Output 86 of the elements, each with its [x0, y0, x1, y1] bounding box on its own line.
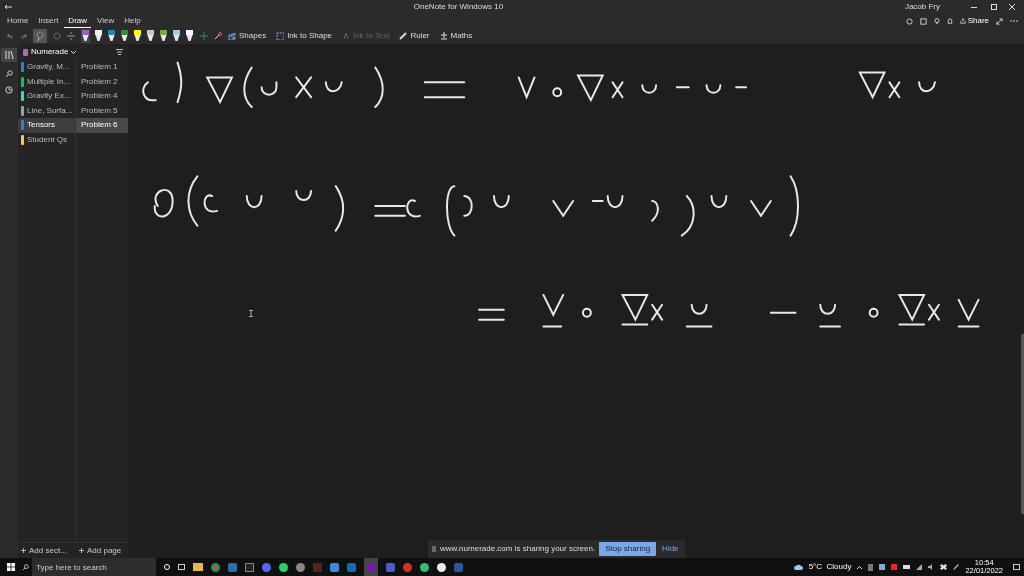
page-item[interactable]: Problem 2 — [76, 74, 128, 89]
restore-icon[interactable] — [991, 4, 997, 10]
maths-button[interactable]: Maths — [439, 30, 473, 42]
notebooks-icon[interactable] — [1, 48, 17, 62]
shapes-icon — [228, 32, 236, 40]
expand-icon[interactable] — [996, 17, 1003, 25]
section-item[interactable]: Line, Surfa... — [18, 103, 75, 118]
pen-icon[interactable] — [81, 29, 90, 43]
page-item[interactable]: Problem 6 — [76, 118, 128, 133]
recent-icon[interactable] — [5, 86, 13, 94]
chevron-up-icon[interactable] — [857, 565, 863, 569]
redo-icon[interactable] — [20, 33, 27, 39]
pause-icon — [432, 546, 436, 552]
notebook-icon — [23, 48, 28, 56]
minimize-icon[interactable] — [971, 6, 977, 8]
share-button[interactable]: Share — [959, 15, 989, 27]
notebook-name[interactable]: Numerade — [31, 46, 69, 58]
windows-start-icon[interactable] — [7, 563, 15, 571]
sync-icon[interactable] — [905, 17, 913, 25]
pen-icon[interactable] — [185, 29, 194, 43]
shapes-button[interactable]: Shapes — [228, 30, 267, 42]
section-name: Gravity, M... — [27, 61, 70, 74]
stop-sharing-button[interactable]: Stop sharing — [599, 542, 657, 556]
pen-icon[interactable] — [133, 29, 142, 43]
weather-text[interactable]: 5°C Cloudy — [808, 561, 852, 573]
section-name: Line, Surfa... — [27, 104, 73, 117]
section-name: Student Qs — [27, 133, 68, 146]
task-view-icon[interactable] — [178, 564, 185, 570]
pen-icon[interactable] — [120, 29, 129, 43]
ruler-icon — [399, 32, 408, 40]
pen-icon[interactable] — [107, 29, 116, 43]
page-item[interactable]: Problem 5 — [76, 103, 128, 118]
app-icon[interactable] — [437, 562, 446, 572]
pen-icon[interactable] — [146, 29, 155, 43]
user-name[interactable]: Jacob Fry — [904, 1, 940, 13]
text-cursor-icon — [249, 310, 253, 317]
lasso-select-icon[interactable] — [33, 29, 47, 43]
chevron-down-icon[interactable] — [71, 50, 77, 54]
add-pen-icon[interactable] — [200, 32, 208, 40]
page-item[interactable]: Problem 4 — [76, 89, 128, 104]
lightbulb-icon[interactable] — [933, 17, 940, 25]
ink-shape-button[interactable]: Ink to Shape — [276, 30, 333, 42]
hide-button[interactable]: Hide — [660, 543, 681, 555]
section-item[interactable]: Student Qs — [18, 132, 75, 147]
section-item[interactable]: Gravity, M... — [18, 60, 75, 75]
search-icon — [22, 563, 29, 571]
eraser-icon[interactable] — [53, 32, 61, 40]
sort-icon[interactable] — [116, 49, 123, 55]
section-item[interactable]: Tensors — [18, 118, 75, 133]
section-name: Tensors — [27, 119, 55, 132]
ribbon-tab[interactable]: Draw — [64, 14, 92, 28]
page-item[interactable]: Problem 1 — [76, 60, 128, 75]
add-section-button[interactable]: Add sect... — [18, 544, 76, 557]
ribbon-tab[interactable]: Help — [120, 14, 145, 28]
section-name: Multiple In... — [27, 75, 71, 88]
window-title: OneNote for Windows 10 — [413, 1, 504, 13]
plus-icon — [21, 548, 26, 553]
volume-icon[interactable] — [928, 564, 935, 570]
notifications-icon[interactable] — [1013, 564, 1020, 570]
plus-minus-icon — [439, 32, 448, 40]
plus-icon — [79, 548, 84, 553]
section-name: Gravity Ex... — [27, 90, 71, 103]
taskbar-search-field[interactable]: Type here to search — [32, 558, 156, 576]
search-icon[interactable] — [5, 70, 13, 78]
close-icon[interactable] — [1009, 4, 1015, 10]
ruler-button[interactable]: Ruler — [399, 30, 430, 42]
pen-icon[interactable] — [172, 29, 181, 43]
section-item[interactable]: Gravity Ex... — [18, 89, 75, 104]
battery-icon — [903, 565, 911, 569]
bell-icon[interactable] — [946, 17, 953, 25]
ribbon-tab[interactable]: Insert — [34, 14, 63, 28]
add-page-button[interactable]: Add page — [76, 544, 128, 557]
sticky-note-icon[interactable] — [919, 17, 927, 25]
ribbon-tab[interactable]: Home — [3, 14, 33, 28]
ribbon-tab[interactable]: View — [93, 14, 119, 28]
letter-icon — [342, 32, 351, 40]
pen-icon[interactable] — [94, 29, 103, 43]
pen-icon[interactable] — [159, 29, 168, 43]
undo-icon[interactable] — [7, 33, 14, 39]
sharing-message: www.numerade.com is sharing your screen. — [440, 543, 596, 555]
back-arrow-icon[interactable] — [4, 4, 12, 10]
share-icon — [959, 18, 966, 24]
cloud-icon — [793, 564, 803, 570]
section-item[interactable]: Multiple In... — [18, 74, 75, 89]
pen-icon[interactable] — [953, 564, 960, 570]
network-icon[interactable] — [916, 564, 923, 570]
